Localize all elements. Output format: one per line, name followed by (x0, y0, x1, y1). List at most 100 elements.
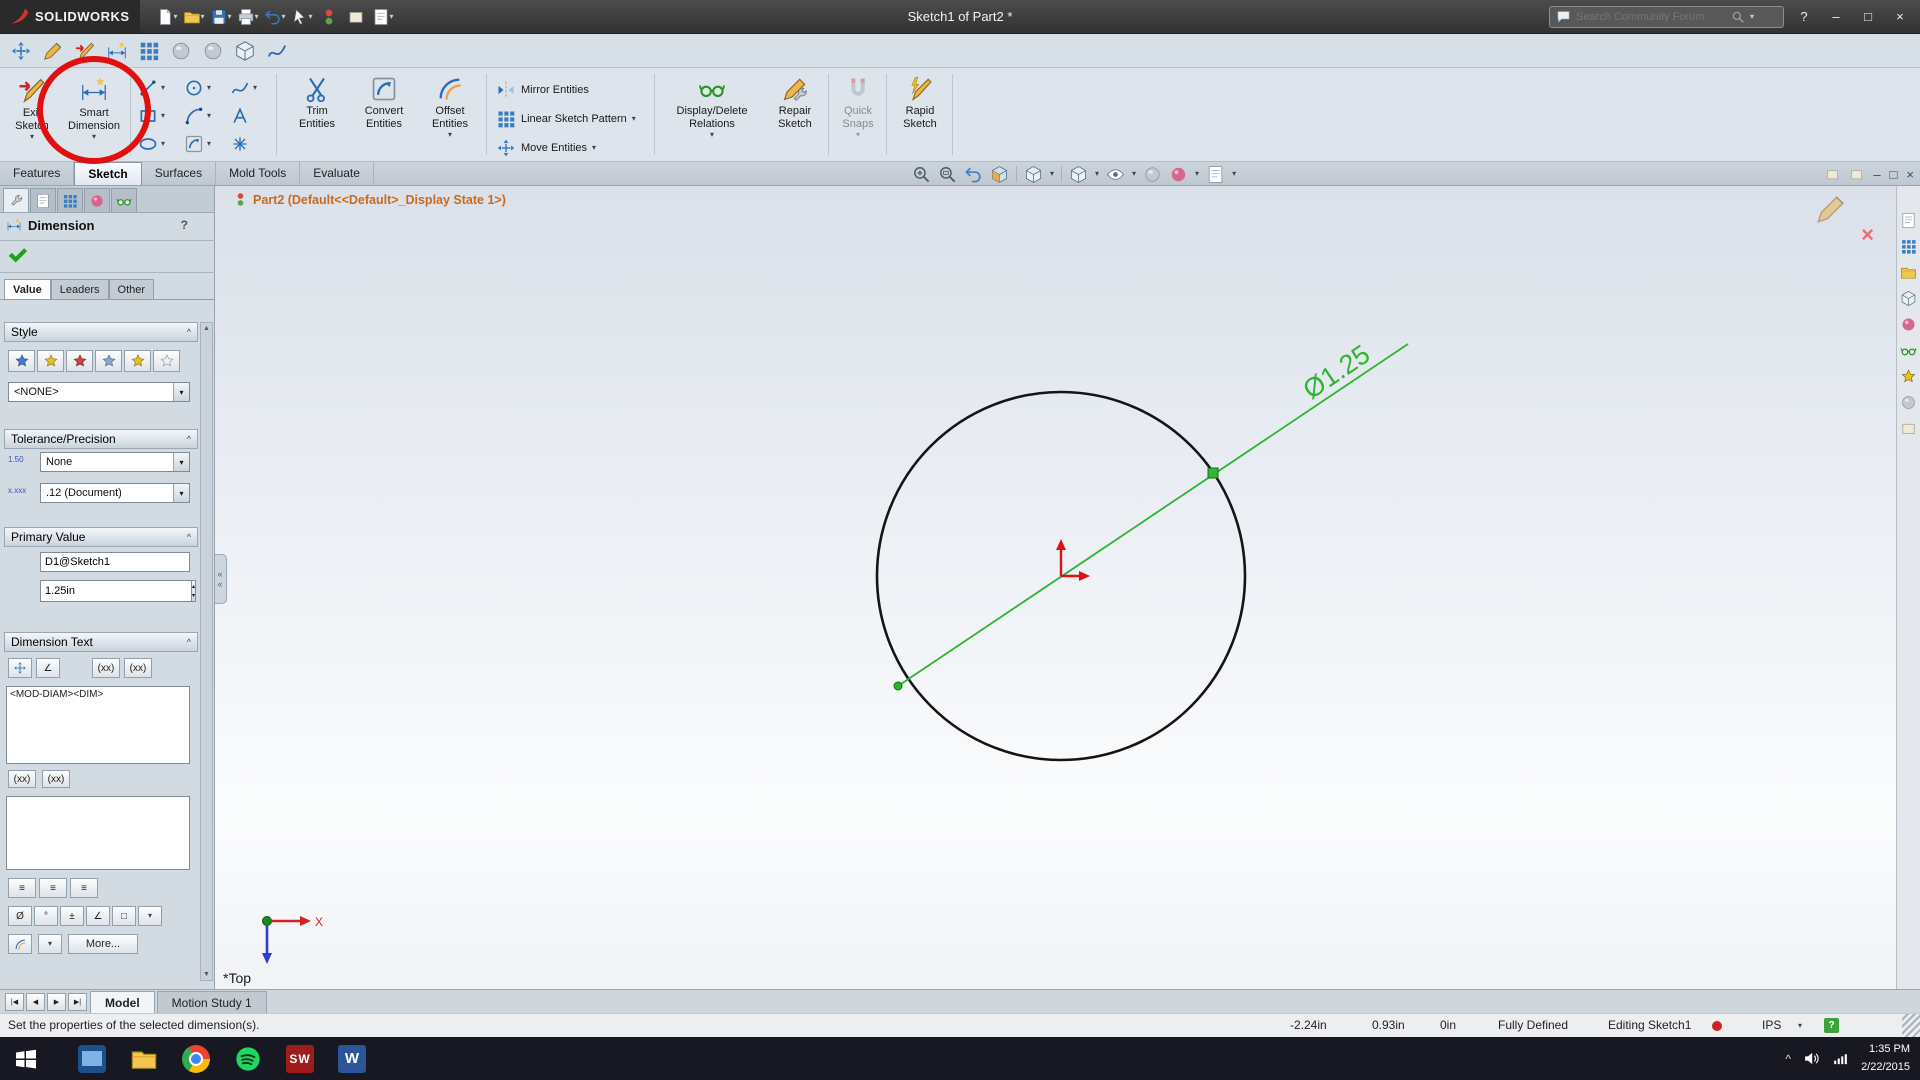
rebuild-button[interactable] (316, 4, 342, 30)
dropdown-caret[interactable]: ▾ (201, 13, 205, 21)
dimension-tool-button[interactable] (104, 38, 130, 64)
dropdown-caret[interactable]: ▾ (228, 13, 232, 21)
symbol-dropdown-button[interactable]: ▾ (138, 906, 162, 926)
diameter-dimension[interactable]: Ø1.25 (894, 339, 1408, 690)
feature-tree-tab[interactable] (30, 188, 56, 212)
previous-tab-button[interactable]: ◀ (26, 993, 45, 1011)
dimension-endpoint[interactable] (894, 682, 902, 690)
scroll-up-icon[interactable]: ▲ (203, 325, 210, 332)
ok-check-icon[interactable] (6, 244, 28, 266)
dropdown-caret[interactable]: ▾ (207, 140, 211, 148)
dropdown-caret[interactable]: ▾ (92, 133, 96, 141)
sketch-tool-button-2[interactable] (72, 38, 98, 64)
tab-surfaces[interactable]: Surfaces (142, 162, 216, 185)
help-button[interactable]: ? (1792, 6, 1816, 28)
minimize-button[interactable]: – (1824, 6, 1848, 28)
solidworks-taskbar-button[interactable]: SW (274, 1037, 326, 1080)
dropdown-caret[interactable]: ▾ (207, 112, 211, 120)
doc-close-button[interactable]: × (1906, 167, 1914, 182)
property-manager-tab[interactable] (3, 188, 29, 212)
confirm-sketch-icon[interactable] (1814, 192, 1848, 226)
plusminus-symbol-button[interactable]: ± (60, 906, 84, 926)
dropdown-caret[interactable]: ▾ (1050, 170, 1054, 178)
confirmation-corner[interactable] (1814, 192, 1848, 226)
dropdown-caret[interactable]: ▾ (173, 484, 189, 502)
cancel-sketch-icon[interactable]: × (1861, 222, 1874, 248)
table-tool-button[interactable] (136, 38, 162, 64)
dimension-leader-line[interactable] (898, 344, 1408, 686)
center-dimension-button[interactable] (8, 658, 32, 678)
unit-dropdown-caret[interactable]: ▾ (1798, 1022, 1802, 1030)
diameter-symbol-button[interactable]: Ø (8, 906, 32, 926)
style-favorite-button-3[interactable] (66, 350, 93, 372)
rapid-sketch-button[interactable]: Rapid Sketch (892, 73, 948, 157)
file-properties-button[interactable] (343, 4, 369, 30)
exit-sketch-button[interactable]: Exit Sketch ▾ (4, 73, 60, 157)
cascade-windows-icon[interactable] (1825, 167, 1840, 182)
zoom-to-area-icon[interactable] (938, 165, 957, 184)
style-favorite-button-6[interactable] (153, 350, 180, 372)
justify-left-button[interactable]: ≡ (8, 878, 36, 898)
linear-sketch-pattern-button[interactable]: Linear Sketch Pattern ▾ (496, 109, 636, 129)
text-tool-button[interactable] (230, 106, 250, 126)
tab-other[interactable]: Other (109, 279, 155, 299)
display-style-icon[interactable] (1069, 165, 1088, 184)
parenthesis-button-4[interactable]: (xx) (42, 770, 70, 788)
precision-select[interactable]: .12 (Document) ▾ (40, 483, 190, 503)
panel-scrollbar[interactable]: ▲ ▼ (200, 322, 213, 981)
style-favorite-button-5[interactable] (124, 350, 151, 372)
dropdown-caret[interactable]: ▾ (161, 84, 165, 92)
dimension-text-area[interactable]: <MOD-DIAM><DIM> (6, 686, 190, 764)
dimension-value-label[interactable]: Ø1.25 (1298, 339, 1376, 405)
spin-up-icon[interactable]: ▴ (192, 583, 195, 590)
start-button[interactable] (0, 1037, 52, 1080)
doc-minimize-button[interactable]: – (1873, 167, 1880, 182)
tolerance-section-header[interactable]: Tolerance/Precision ^ (4, 429, 198, 449)
rectangle-tool-button[interactable]: ▾ (138, 106, 165, 126)
file-explorer-icon[interactable] (1900, 264, 1917, 281)
close-button[interactable]: × (1888, 6, 1912, 28)
dropdown-caret[interactable]: ▾ (173, 453, 189, 471)
dropdown-caret[interactable]: ▾ (1195, 170, 1199, 178)
tray-expand-icon[interactable]: ^ (1785, 1052, 1791, 1066)
configurations-tab[interactable] (57, 188, 83, 212)
feature-tree-flyout[interactable]: Part2 (Default<<Default>_Display State 1… (233, 192, 506, 207)
new-document-button[interactable]: ▾ (154, 4, 180, 30)
dropdown-caret[interactable]: ▾ (161, 140, 165, 148)
file-explorer-button[interactable] (118, 1037, 170, 1080)
dropdown-caret[interactable]: ▾ (592, 144, 596, 152)
view-tool-button-3[interactable] (232, 38, 258, 64)
resize-grip[interactable] (1902, 1014, 1920, 1038)
collapse-chevron-icon[interactable]: ^ (187, 327, 191, 337)
ellipse-tool-button[interactable]: ▾ (138, 134, 165, 154)
first-tab-button[interactable]: |◀ (5, 993, 24, 1011)
next-tab-button[interactable]: ▶ (47, 993, 66, 1011)
degree-symbol-button[interactable]: ° (34, 906, 58, 926)
dropdown-caret[interactable]: ▾ (255, 13, 259, 21)
arc-tool-button[interactable]: ▾ (184, 106, 211, 126)
offset-entities-button[interactable]: Offset Entities ▾ (420, 73, 480, 157)
collapse-chevron-icon[interactable]: ^ (187, 637, 191, 647)
spline-tool-button[interactable] (264, 38, 290, 64)
print-button[interactable]: ▾ (235, 4, 261, 30)
graphics-viewport[interactable]: Ø1.25 X Part2 (215, 186, 1920, 989)
view-settings-icon[interactable] (1206, 165, 1225, 184)
sketch-tool-button-1[interactable] (40, 38, 66, 64)
sketch-canvas[interactable]: Ø1.25 X (215, 186, 1920, 989)
network-signal-icon[interactable] (1832, 1050, 1849, 1067)
search-icon[interactable] (1731, 10, 1745, 24)
tolerance-select[interactable]: None ▾ (40, 452, 190, 472)
tab-mold-tools[interactable]: Mold Tools (216, 162, 300, 185)
dimension-text-section-header[interactable]: Dimension Text ^ (4, 632, 198, 652)
panel-help-button[interactable]: ? (181, 218, 188, 232)
tab-value[interactable]: Value (4, 279, 51, 299)
circle-tool-button[interactable]: ▾ (184, 78, 211, 98)
undo-button[interactable]: ▾ (262, 4, 288, 30)
previous-view-icon[interactable] (964, 165, 983, 184)
move-entities-button[interactable]: Move Entities ▾ (496, 138, 596, 158)
select-button[interactable]: ▾ (289, 4, 315, 30)
search-input[interactable] (1576, 11, 1726, 23)
appearances-icon[interactable] (1900, 316, 1917, 333)
collapse-chevron-icon[interactable]: ^ (187, 532, 191, 542)
style-select[interactable]: <NONE> ▾ (8, 382, 190, 402)
